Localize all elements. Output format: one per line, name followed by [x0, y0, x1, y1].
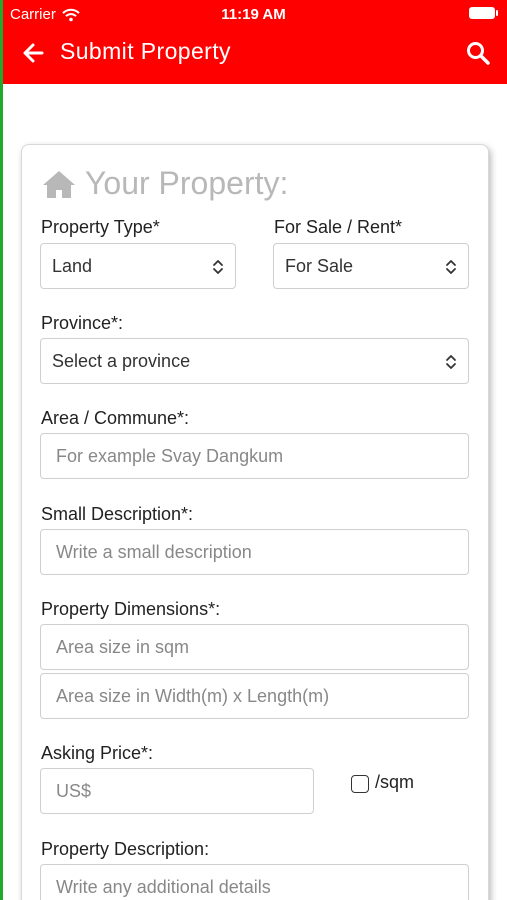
- section-title: Your Property:: [85, 165, 289, 201]
- property-type-value: Land: [52, 255, 93, 276]
- property-description-placeholder: Write any additional details: [56, 876, 271, 897]
- sale-rent-select[interactable]: For Sale: [273, 243, 469, 289]
- small-description-input[interactable]: Write a small description: [40, 529, 469, 575]
- submit-property-screen: Carrier 11:19 AM Submit Property Your Pr…: [0, 0, 507, 900]
- sale-rent-label: For Sale / Rent*: [274, 217, 403, 237]
- arrow-left-icon[interactable]: [20, 40, 46, 66]
- property-type-label: Property Type*: [41, 217, 160, 237]
- area-size-placeholder: Area size in sqm: [56, 636, 190, 657]
- page-title: Submit Property: [60, 38, 231, 64]
- per-sqm-checkbox[interactable]: [351, 775, 369, 793]
- property-description-input[interactable]: Write any additional details: [40, 864, 469, 900]
- province-label: Province*:: [41, 313, 124, 333]
- sale-rent-value: For Sale: [285, 255, 354, 276]
- left-edge-strip: [0, 0, 3, 900]
- area-commune-input[interactable]: For example Svay Dangkum: [40, 433, 469, 479]
- search-icon[interactable]: [465, 40, 491, 66]
- status-time: 11:19 AM: [221, 6, 286, 23]
- area-commune-placeholder: For example Svay Dangkum: [56, 445, 284, 466]
- home-icon: [43, 170, 75, 198]
- small-description-placeholder: Write a small description: [56, 541, 252, 562]
- province-select[interactable]: Select a province: [40, 338, 469, 384]
- asking-price-placeholder: US$: [56, 780, 92, 801]
- width-length-input[interactable]: Area size in Width(m) x Length(m): [40, 673, 469, 719]
- property-type-select[interactable]: Land: [40, 243, 236, 289]
- small-description-label: Small Description*:: [41, 504, 194, 524]
- area-commune-label: Area / Commune*:: [41, 408, 190, 428]
- app-bar: Submit Property: [0, 28, 507, 84]
- asking-price-input[interactable]: US$: [40, 768, 314, 814]
- property-form-card: Your Property: Property Type* Land For S…: [21, 144, 489, 900]
- dimensions-label: Property Dimensions*:: [41, 599, 221, 619]
- property-description-label: Property Description:: [41, 839, 210, 859]
- per-sqm-label: /sqm: [375, 772, 415, 792]
- area-size-input[interactable]: Area size in sqm: [40, 624, 469, 670]
- width-length-placeholder: Area size in Width(m) x Length(m): [56, 685, 330, 706]
- asking-price-label: Asking Price*:: [41, 743, 154, 763]
- province-value: Select a province: [52, 350, 191, 371]
- app-header: Carrier 11:19 AM Submit Property: [0, 0, 507, 84]
- chevron-up-down-icon: [446, 355, 456, 369]
- section-heading: Your Property:: [41, 165, 288, 202]
- battery-icon: [469, 7, 498, 19]
- chevron-up-down-icon: [213, 260, 223, 274]
- status-bar: Carrier 11:19 AM: [0, 0, 507, 28]
- chevron-up-down-icon: [446, 260, 456, 274]
